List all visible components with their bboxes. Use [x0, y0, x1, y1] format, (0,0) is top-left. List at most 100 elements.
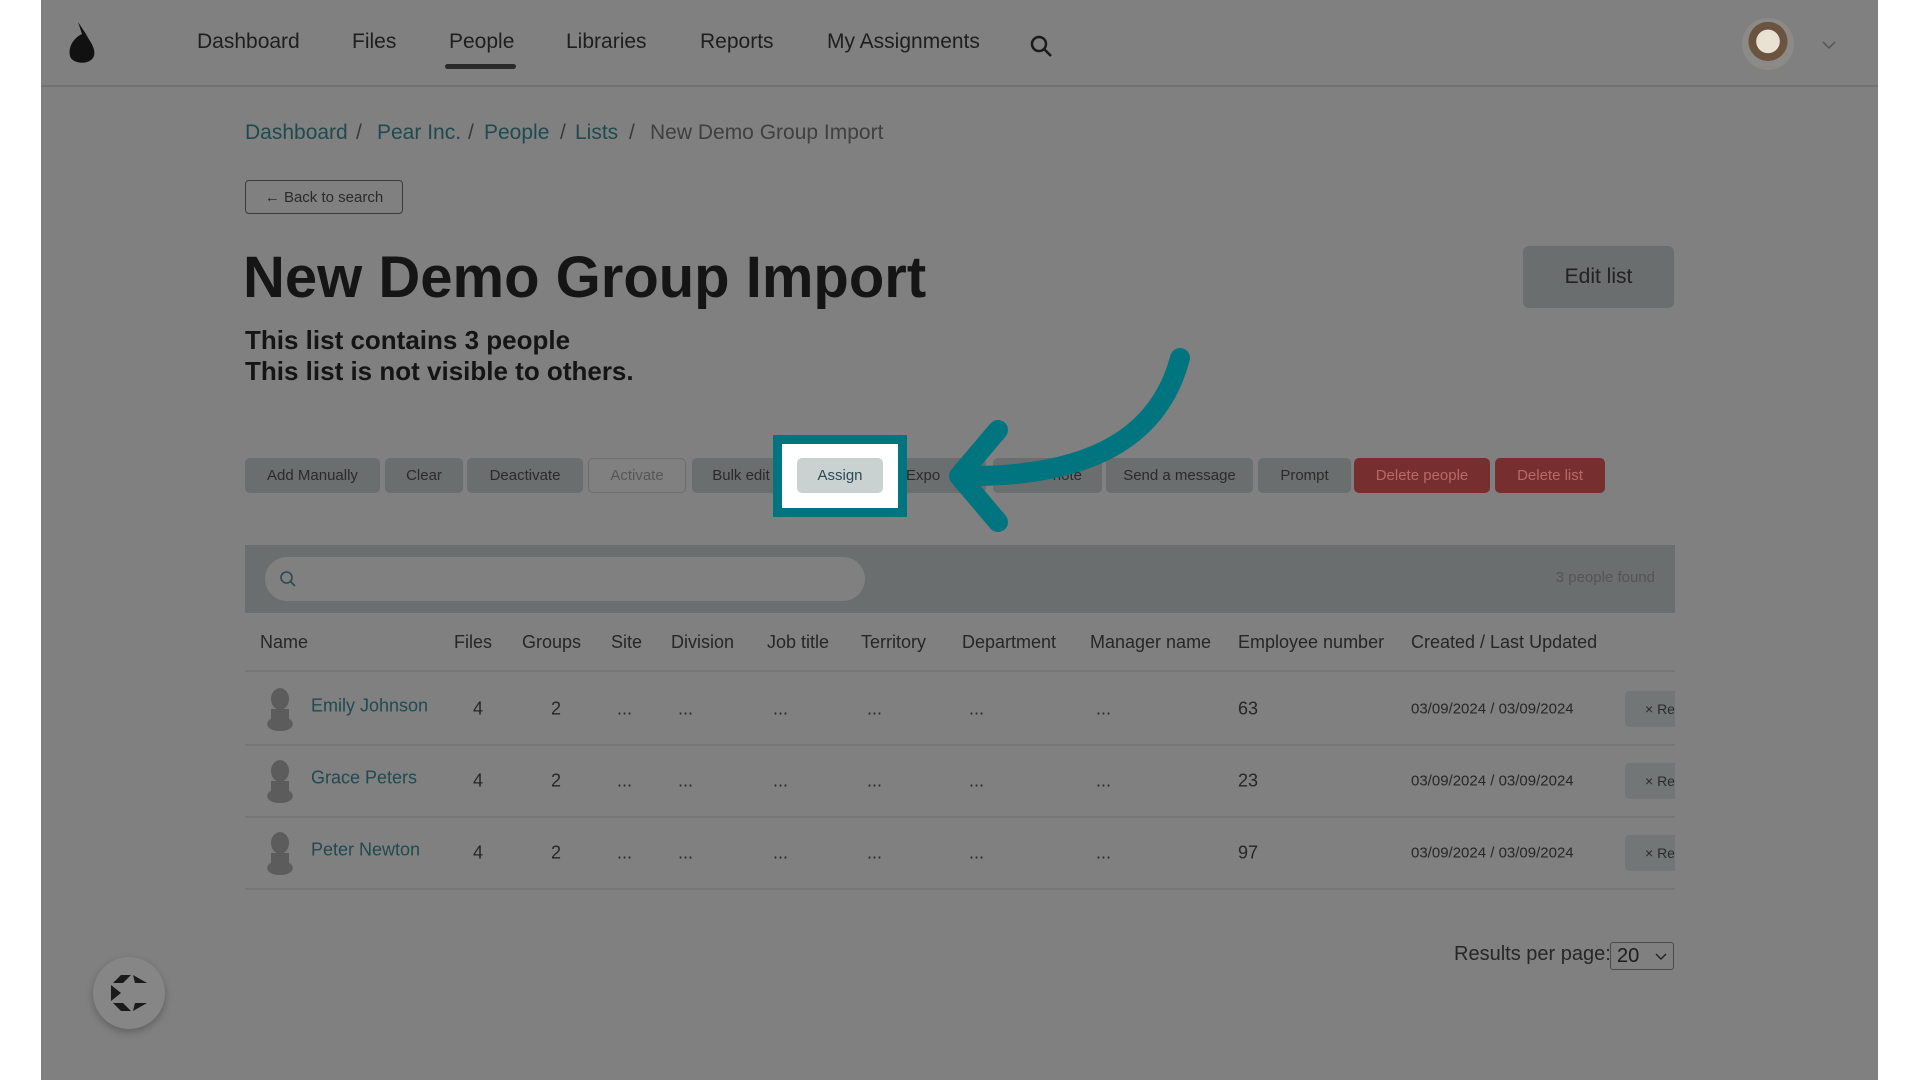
c-logo-icon	[111, 975, 147, 1011]
pear-logo-icon[interactable]	[66, 20, 98, 66]
remove-button[interactable]: × Re	[1625, 691, 1675, 727]
nav-files[interactable]: Files	[352, 30, 396, 54]
cell-site: ...	[617, 698, 633, 719]
nav-libraries[interactable]: Libraries	[566, 30, 647, 54]
col-manager-name[interactable]: Manager name	[1090, 632, 1211, 653]
cell-groups: 2	[551, 698, 562, 719]
cell-files: 4	[473, 842, 484, 863]
breadcrumb-separator: /	[560, 121, 566, 144]
nav-dashboard[interactable]: Dashboard	[197, 30, 300, 54]
person-name-link[interactable]: Grace Peters	[311, 768, 417, 789]
note-button[interactable]: note	[993, 458, 1102, 493]
breadcrumb-dashboard[interactable]: Dashboard	[245, 121, 348, 145]
breadcrumb-separator: /	[468, 121, 474, 144]
cell-dates: 03/09/2024 / 03/09/2024	[1411, 700, 1574, 718]
avatar[interactable]	[1742, 18, 1794, 70]
list-count: This list contains 3 people	[245, 325, 571, 355]
cell-site: ...	[617, 770, 633, 791]
nav-people[interactable]: People	[449, 30, 514, 54]
cell-job: ...	[773, 842, 789, 863]
cell-groups: 2	[551, 842, 562, 863]
col-employee-number[interactable]: Employee number	[1238, 632, 1384, 653]
col-division[interactable]: Division	[671, 632, 734, 653]
edit-list-button[interactable]: Edit list	[1523, 246, 1674, 308]
page-title: New Demo Group Import	[243, 245, 927, 310]
person-silhouette-icon	[267, 832, 293, 875]
delete-list-button[interactable]: Delete list	[1495, 458, 1605, 493]
person-silhouette-icon	[267, 760, 293, 803]
assistant-widget-button[interactable]	[93, 957, 165, 1029]
cell-territory: ...	[867, 698, 883, 719]
arrow-annotation-icon	[949, 348, 1190, 532]
cell-division: ...	[678, 698, 694, 719]
col-created-updated[interactable]: Created / Last Updated	[1411, 632, 1597, 653]
remove-button[interactable]: × Re	[1625, 835, 1675, 871]
cell-manager: ...	[1096, 770, 1112, 791]
cell-job: ...	[773, 770, 789, 791]
breadcrumb-current: New Demo Group Import	[650, 121, 884, 144]
cell-department: ...	[969, 842, 985, 863]
top-nav: Dashboard Files People Libraries Reports…	[41, 0, 1878, 87]
chevron-down-icon	[1655, 953, 1667, 960]
cell-job: ...	[773, 698, 789, 719]
col-files[interactable]: Files	[454, 632, 492, 653]
col-site[interactable]: Site	[611, 632, 642, 653]
cell-site: ...	[617, 842, 633, 863]
list-visibility: This list is not visible to others.	[245, 356, 634, 386]
cell-territory: ...	[867, 770, 883, 791]
breadcrumb-people[interactable]: People	[484, 121, 549, 145]
clear-button[interactable]: Clear	[385, 458, 463, 493]
divider	[245, 670, 1675, 672]
person-name-link[interactable]: Peter Newton	[311, 840, 420, 861]
cell-division: ...	[678, 770, 694, 791]
page-overlay: Dashboard Files People Libraries Reports…	[41, 0, 1878, 1080]
nav-my-assignments[interactable]: My Assignments	[827, 30, 980, 54]
col-territory[interactable]: Territory	[861, 632, 926, 653]
deactivate-button[interactable]: Deactivate	[467, 458, 583, 493]
cell-files: 4	[473, 770, 484, 791]
prompt-button[interactable]: Prompt	[1258, 458, 1351, 493]
chevron-down-icon[interactable]	[1822, 40, 1836, 50]
active-tab-indicator	[445, 64, 516, 69]
breadcrumb-pear-inc[interactable]: Pear Inc.	[377, 121, 461, 145]
back-to-search-button[interactable]: ← Back to search	[245, 180, 403, 214]
breadcrumb-lists[interactable]: Lists	[575, 121, 618, 145]
col-groups[interactable]: Groups	[522, 632, 581, 653]
cell-dates: 03/09/2024 / 03/09/2024	[1411, 844, 1574, 862]
cell-files: 4	[473, 698, 484, 719]
breadcrumb-separator: /	[629, 121, 635, 144]
col-name[interactable]: Name	[260, 632, 308, 653]
cell-employee-number: 97	[1238, 842, 1259, 863]
assign-button[interactable]: Assign	[797, 458, 883, 493]
remove-button[interactable]: × Re	[1625, 763, 1675, 799]
breadcrumb-separator: /	[356, 121, 362, 144]
search-input[interactable]	[265, 557, 865, 601]
cell-department: ...	[969, 698, 985, 719]
col-department[interactable]: Department	[962, 632, 1056, 653]
col-job-title[interactable]: Job title	[767, 632, 829, 653]
search-bar: 3 people found	[245, 545, 1675, 613]
activate-button[interactable]: Activate	[588, 458, 686, 493]
cell-division: ...	[678, 842, 694, 863]
search-icon	[280, 571, 296, 587]
cell-territory: ...	[867, 842, 883, 863]
cell-department: ...	[969, 770, 985, 791]
cell-manager: ...	[1096, 842, 1112, 863]
send-message-button[interactable]: Send a message	[1106, 458, 1253, 493]
nav-reports[interactable]: Reports	[700, 30, 774, 54]
results-per-page-value: 20	[1617, 945, 1640, 967]
cell-employee-number: 23	[1238, 770, 1259, 791]
results-per-page-label: Results per page:	[1454, 943, 1611, 965]
person-silhouette-icon	[267, 688, 293, 731]
cell-groups: 2	[551, 770, 562, 791]
cell-dates: 03/09/2024 / 03/09/2024	[1411, 772, 1574, 790]
results-per-page-select[interactable]: 20	[1610, 942, 1674, 970]
person-name-link[interactable]: Emily Johnson	[311, 696, 428, 717]
search-icon[interactable]	[1029, 34, 1053, 58]
cell-manager: ...	[1096, 698, 1112, 719]
divider	[245, 816, 1675, 818]
divider	[245, 744, 1675, 746]
add-manually-button[interactable]: Add Manually	[245, 458, 380, 493]
people-count: 3 people found	[1555, 569, 1655, 586]
delete-people-button[interactable]: Delete people	[1354, 458, 1490, 493]
